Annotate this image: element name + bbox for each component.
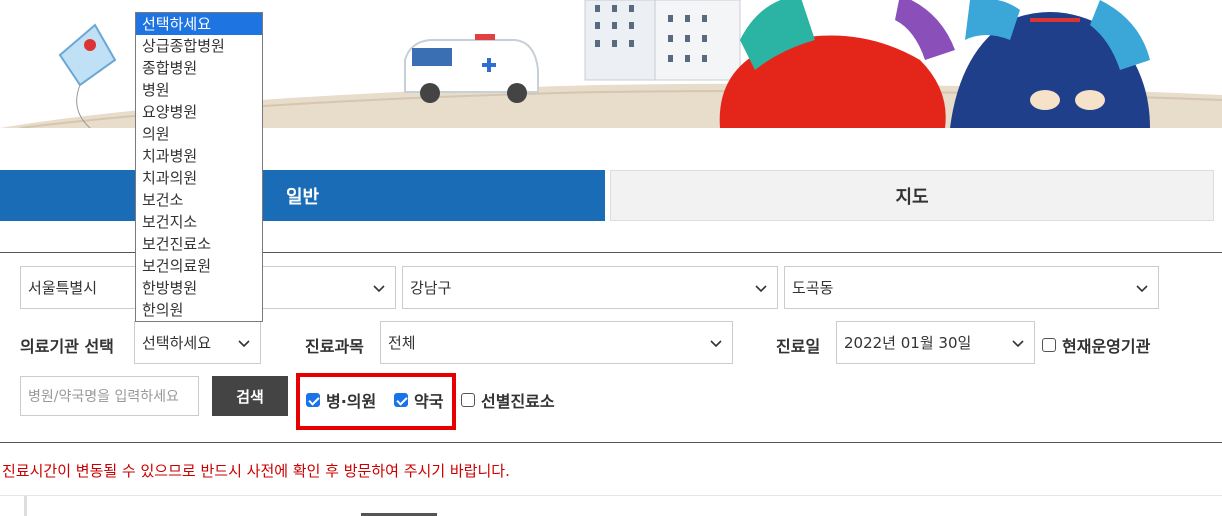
dropdown-option[interactable]: 선택하세요 — [136, 13, 262, 35]
operating-now-label: 현재운영기관 — [1062, 337, 1151, 356]
dong-select[interactable]: 도곡동 — [784, 266, 1159, 309]
dropdown-option[interactable]: 치과병원 — [136, 145, 262, 167]
checkbox-unchecked-icon — [461, 393, 475, 407]
chevron-down-icon — [710, 340, 722, 348]
divider-list — [0, 495, 1222, 496]
chevron-down-icon — [238, 340, 250, 348]
dong-select-value: 도곡동 — [792, 279, 834, 297]
hospital-building-icon — [584, 0, 741, 81]
dropdown-option[interactable]: 보건지소 — [136, 211, 262, 233]
list-border — [24, 496, 27, 516]
dropdown-option[interactable]: 상급종합병원 — [136, 35, 262, 57]
facility-dropdown-list[interactable]: 선택하세요 상급종합병원 종합병원 병원 요양병원 의원 치과병원 치과의원 보건소 보건지소 보건… — [135, 12, 263, 322]
facility-label: 의료기관 선택 — [20, 337, 114, 356]
ambulance-icon — [404, 34, 539, 103]
date-select-value: 2022년 01월 30일 — [844, 334, 972, 352]
dropdown-option[interactable]: 보건소 — [136, 189, 262, 211]
district-select-value: 강남구 — [410, 279, 452, 297]
dropdown-option[interactable]: 요양병원 — [136, 101, 262, 123]
search-button[interactable]: 검색 — [212, 376, 288, 416]
highlight-box — [296, 373, 456, 430]
dropdown-option[interactable]: 의원 — [136, 123, 262, 145]
chevron-down-icon — [373, 285, 385, 293]
filter-screening-checkbox[interactable]: 선별진료소 — [461, 388, 555, 412]
facility-select-value: 선택하세요 — [142, 334, 212, 352]
dropdown-option[interactable]: 보건진료소 — [136, 233, 262, 255]
checkbox-unchecked-icon — [1042, 338, 1056, 352]
department-select[interactable]: 전체 — [380, 321, 733, 364]
kite-icon — [58, 23, 117, 128]
notice-text: 진료시간이 변동될 수 있으므로 반드시 사전에 확인 후 방문하여 주시기 바… — [2, 462, 510, 480]
dropdown-option[interactable]: 종합병원 — [136, 57, 262, 79]
dropdown-option[interactable]: 보건의료원 — [136, 255, 262, 277]
operating-now-checkbox[interactable]: 현재운영기관 — [1042, 333, 1150, 357]
search-input[interactable]: 병원/약국명을 입력하세요 — [20, 376, 199, 416]
chevron-down-icon — [1136, 285, 1148, 293]
facility-select[interactable]: 선택하세요 — [134, 321, 261, 364]
city-select-value: 서울특별시 — [28, 279, 98, 297]
divider-bottom — [0, 442, 1222, 443]
filter-screening-label: 선별진료소 — [481, 392, 555, 411]
department-label: 진료과목 — [305, 337, 364, 356]
tab-map[interactable]: 지도 — [610, 170, 1214, 221]
chevron-down-icon — [755, 285, 767, 293]
date-select[interactable]: 2022년 01월 30일 — [836, 321, 1035, 364]
people-illustration — [719, 0, 1150, 128]
dropdown-option[interactable]: 병원 — [136, 79, 262, 101]
district-select[interactable]: 강남구 — [402, 266, 778, 309]
department-select-value: 전체 — [388, 334, 416, 352]
tab-general[interactable]: 일반 — [0, 170, 605, 221]
dropdown-option[interactable]: 치과의원 — [136, 167, 262, 189]
date-label: 진료일 — [776, 337, 821, 356]
dropdown-option[interactable]: 한방병원 — [136, 277, 262, 299]
chevron-down-icon — [1012, 340, 1024, 348]
dropdown-option[interactable]: 한의원 — [136, 299, 262, 321]
